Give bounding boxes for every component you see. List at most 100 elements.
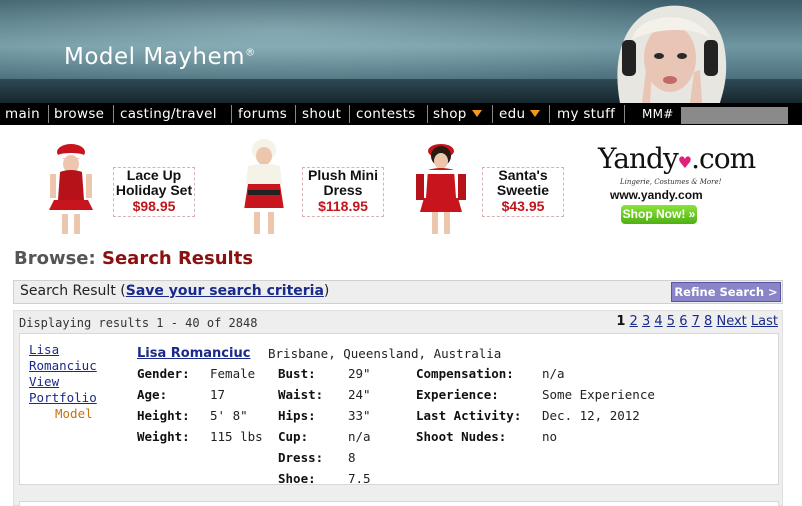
height-value: 5' 8" (210, 408, 248, 423)
dropdown-arrow-icon (530, 110, 541, 117)
result-sidebar: Lisa Romanciuc View Portfolio Model (29, 342, 119, 422)
ad-product-price: $98.95 (132, 198, 176, 214)
nav-divider (113, 105, 114, 123)
compensation-label: Compensation: (416, 366, 514, 381)
ad-model-image (48, 144, 94, 234)
nav-edu-label: edu (499, 106, 526, 122)
ad-product-price-box[interactable]: Lace Up Holiday Set $98.95 (113, 167, 195, 217)
site-logo[interactable]: Model Mayhem® (64, 44, 256, 70)
nav-shop[interactable]: shop (433, 103, 482, 125)
member-role: Model (55, 406, 93, 421)
bust-label: Bust: (278, 366, 316, 381)
yandy-tagline: Lingerie, Costumes & More! (620, 178, 722, 186)
ad-product-name: Lace Up Holiday Set (115, 167, 193, 198)
shoot-nudes-label: Shoot Nudes: (416, 429, 507, 444)
weight-value: 115 lbs (210, 429, 263, 444)
weight-label: Weight: (137, 429, 190, 444)
page-link[interactable]: 7 (692, 314, 700, 329)
page-next-link[interactable]: Next (716, 314, 746, 329)
save-search-criteria-link[interactable]: Save your search criteria (126, 283, 324, 299)
cup-label: Cup: (278, 429, 309, 444)
experience-label: Experience: (416, 387, 499, 402)
page-link[interactable]: 4 (654, 314, 662, 329)
mm-number-input[interactable] (681, 107, 788, 124)
site-logo-text: Model Mayhem (64, 44, 246, 70)
nav-divider (427, 105, 428, 123)
gender-label: Gender: (137, 366, 190, 381)
nav-shop-label: shop (433, 106, 467, 122)
nav-contests[interactable]: contests (356, 103, 416, 125)
nav-edu[interactable]: edu (499, 103, 541, 125)
heart-icon: ♥ (677, 153, 692, 172)
header-model-photo (617, 5, 727, 103)
nav-shout[interactable]: shout (302, 103, 341, 125)
age-value: 17 (210, 387, 226, 402)
yandy-url: www.yandy.com (610, 188, 703, 202)
ad-product-name: Santa's Sweetie (496, 167, 550, 198)
hips-label: Hips: (278, 408, 316, 423)
page-current: 1 (616, 314, 626, 329)
page-link[interactable]: 5 (667, 314, 675, 329)
ad-product-price-box[interactable]: Santa's Sweetie $43.95 (482, 167, 564, 217)
nav-divider (624, 105, 625, 123)
nav-divider (349, 105, 350, 123)
last-activity-value: Dec. 12, 2012 (542, 408, 640, 423)
result-card: Lisa Romanciuc View Portfolio Model Lisa … (19, 333, 779, 486)
page-link[interactable]: 8 (704, 314, 712, 329)
dropdown-arrow-icon (471, 110, 482, 117)
mm-number-label: MM# (642, 107, 674, 121)
page-link[interactable]: 3 (642, 314, 650, 329)
yandy-brand: Yandy♥.com (598, 142, 756, 175)
page-last-link[interactable]: Last (751, 314, 778, 329)
view-portfolio-link[interactable]: View Portfolio (29, 374, 119, 406)
yandy-logo[interactable]: Yandy♥.com Lingerie, Costumes & More! ww… (598, 142, 756, 203)
last-activity-label: Last Activity: (416, 408, 522, 423)
nav-divider (231, 105, 232, 123)
nav-divider (48, 105, 49, 123)
nav-my-stuff[interactable]: my stuff (557, 103, 615, 125)
shoe-label: Shoe: (278, 471, 316, 486)
dress-value: 8 (348, 450, 356, 465)
nav-divider (295, 105, 296, 123)
page-title-main: Search Results (102, 248, 254, 269)
ad-product-name: Plush Mini Dress (308, 167, 378, 198)
shop-now-button[interactable]: Shop Now! » (621, 205, 697, 224)
results-count: Displaying results 1 - 40 of 2848 (19, 316, 258, 330)
shoe-value: 7.5 (348, 471, 371, 486)
ad-product-price: $43.95 (501, 198, 545, 214)
nav-divider (549, 105, 550, 123)
height-label: Height: (137, 408, 190, 423)
site-header-banner: Model Mayhem® (0, 0, 802, 103)
main-navigation: main browse casting/travel forums shout … (0, 103, 802, 125)
nav-browse[interactable]: browse (54, 103, 104, 125)
gender-value: Female (210, 366, 256, 381)
nav-casting-travel[interactable]: casting/travel (120, 103, 217, 125)
page-link[interactable]: 2 (630, 314, 638, 329)
hips-value: 33" (348, 408, 371, 423)
page-link[interactable]: 6 (679, 314, 687, 329)
refine-search-button[interactable]: Refine Search > (671, 282, 781, 302)
ad-product-price-box[interactable]: Plush Mini Dress $118.95 (302, 167, 384, 217)
nav-main[interactable]: main (5, 103, 40, 125)
member-name-heading-link[interactable]: Lisa Romanciuc (137, 346, 250, 361)
nav-divider (492, 105, 493, 123)
member-location: Brisbane, Queensland, Australia (268, 346, 502, 361)
page-title: Browse: Search Results (14, 248, 253, 269)
waist-label: Waist: (278, 387, 324, 402)
bust-value: 29" (348, 366, 371, 381)
shoot-nudes-value: no (542, 429, 558, 444)
search-result-bar: Search Result (Save your search criteria… (13, 280, 783, 304)
cup-value: n/a (348, 429, 371, 444)
yandy-ad-banner[interactable]: Lace Up Holiday Set $98.95 Plush Mini Dres… (0, 126, 802, 238)
page-title-prefix: Browse: (14, 248, 96, 269)
ad-model-image (416, 144, 466, 234)
dress-label: Dress: (278, 450, 324, 465)
ad-product-price: $118.95 (318, 198, 368, 214)
member-name-link[interactable]: Lisa Romanciuc (29, 342, 119, 374)
experience-value: Some Experience (542, 387, 655, 402)
nav-forums[interactable]: forums (238, 103, 287, 125)
registered-mark: ® (245, 47, 256, 59)
waist-value: 24" (348, 387, 371, 402)
age-label: Age: (137, 387, 168, 402)
search-result-label: Search Result (Save your search criteria… (20, 283, 330, 299)
